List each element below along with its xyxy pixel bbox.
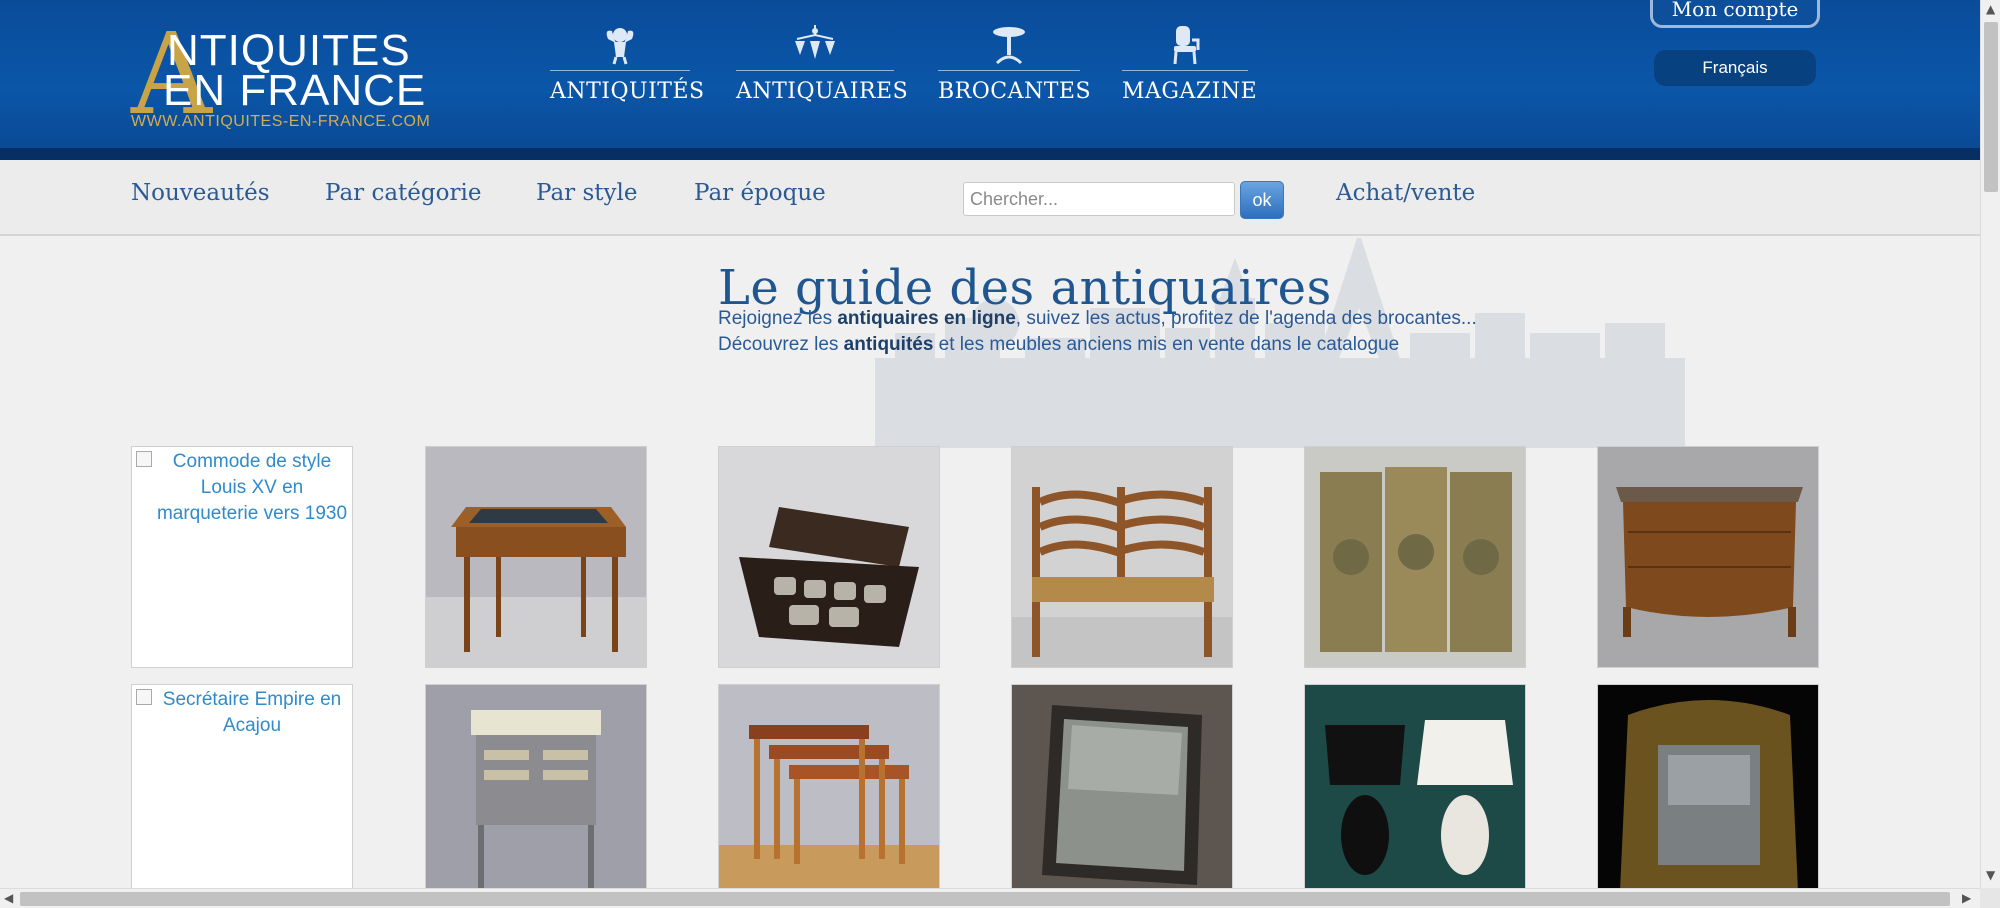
- vertical-scroll-thumb[interactable]: [1984, 22, 1998, 192]
- rush-bench-photo: [1012, 447, 1232, 667]
- product-alt-text: Secrétaire Empire en Acajou: [162, 689, 342, 736]
- secondary-nav: Nouveautés Par catégorie Par style Par é…: [0, 160, 1980, 236]
- logo-url: WWW.ANTIQUITES-EN-FRANCE.COM: [131, 113, 431, 130]
- hero-line2-bold[interactable]: antiquités: [844, 334, 934, 355]
- scrollbar-corner: [1980, 888, 2000, 908]
- logo-line2: EN FRANCE: [163, 66, 427, 115]
- search-input[interactable]: [963, 182, 1235, 216]
- product-tile[interactable]: [718, 684, 940, 890]
- hero-line1: Rejoignez les antiquaires en ligne, suiv…: [718, 308, 1477, 330]
- subnav-nouveautes[interactable]: Nouveautés: [131, 180, 270, 206]
- nav-antiquites[interactable]: ANTIQUITÉS: [550, 22, 705, 108]
- broken-image-icon: [136, 689, 152, 705]
- product-tile[interactable]: [1304, 446, 1526, 668]
- scroll-down-icon[interactable]: ▼: [1986, 868, 1995, 882]
- scroll-right-icon[interactable]: ▶: [1962, 891, 1971, 905]
- commode-photo: [1598, 447, 1818, 667]
- subnav-achat-vente[interactable]: Achat/vente: [1336, 180, 1475, 206]
- nav-antiquaires[interactable]: ANTIQUAIRES: [736, 22, 909, 108]
- hero-line2-pre: Découvrez les: [718, 334, 844, 355]
- hero-line1-post: , suivez les actus, profitez de l'agenda…: [1015, 308, 1477, 329]
- cherub-icon: [550, 22, 690, 68]
- hero-line1-pre: Rejoignez les: [718, 308, 838, 329]
- painted-screen-photo: [1305, 447, 1525, 667]
- subnav-par-epoque[interactable]: Par époque: [694, 180, 826, 206]
- pedestal-table-icon: [938, 22, 1080, 68]
- main-content: Le guide des antiquaires Rejoignez les a…: [0, 238, 1980, 890]
- product-alt-text: Commode de style Louis XV en marqueterie…: [156, 451, 348, 524]
- product-tile[interactable]: Commode de style Louis XV en marqueterie…: [131, 446, 353, 668]
- product-tile[interactable]: [425, 684, 647, 890]
- scroll-left-icon[interactable]: ◀: [4, 891, 13, 905]
- nesting-tables-photo: [719, 685, 939, 889]
- hero-line2-post: et les meubles anciens mis en vente dans…: [933, 334, 1400, 355]
- gilt-mirror-photo: [1598, 685, 1818, 889]
- toiletry-box-photo: [719, 447, 939, 667]
- steel-vanity-photo: [426, 685, 646, 889]
- product-tile[interactable]: [1597, 684, 1819, 890]
- mirror-photo: [1012, 685, 1232, 889]
- product-tile[interactable]: [425, 446, 647, 668]
- product-tile[interactable]: [1597, 446, 1819, 668]
- product-tile[interactable]: [1011, 684, 1233, 890]
- nav-antiquites-label: ANTIQUITÉS: [550, 79, 705, 104]
- nav-brocantes-label: BROCANTES: [938, 79, 1092, 104]
- site-logo[interactable]: A NTIQUITES EN FRANCE WWW.ANTIQUITES-EN-…: [131, 19, 431, 133]
- horizontal-scrollbar[interactable]: ◀ ▶: [0, 888, 1980, 908]
- site-header: A NTIQUITES EN FRANCE WWW.ANTIQUITES-EN-…: [0, 0, 1980, 160]
- account-button[interactable]: Mon compte: [1650, 0, 1820, 28]
- broken-image-icon: [136, 451, 152, 467]
- pineapple-lamps-photo: [1305, 685, 1525, 889]
- subnav-par-categorie[interactable]: Par catégorie: [325, 180, 481, 206]
- armchair-icon: [1122, 22, 1248, 68]
- product-tile[interactable]: [1011, 446, 1233, 668]
- nav-magazine[interactable]: MAGAZINE: [1122, 22, 1258, 108]
- chandelier-icon: [736, 22, 894, 68]
- product-tile[interactable]: [718, 446, 940, 668]
- product-tile[interactable]: [1304, 684, 1526, 890]
- search-button[interactable]: ok: [1240, 181, 1284, 219]
- nav-antiquaires-label: ANTIQUAIRES: [736, 79, 909, 104]
- nav-magazine-label: MAGAZINE: [1122, 79, 1258, 104]
- hero-line2: Découvrez les antiquités et les meubles …: [718, 334, 1399, 356]
- hero-line1-bold[interactable]: antiquaires en ligne: [837, 308, 1015, 329]
- product-tile[interactable]: Secrétaire Empire en Acajou: [131, 684, 353, 890]
- vertical-scrollbar[interactable]: ▲ ▼: [1980, 0, 2000, 888]
- writing-desk-photo: [426, 447, 646, 667]
- horizontal-scroll-thumb[interactable]: [20, 892, 1950, 906]
- language-selector[interactable]: Français: [1654, 50, 1816, 86]
- scroll-up-icon[interactable]: ▲: [1986, 2, 1995, 16]
- nav-brocantes[interactable]: BROCANTES: [938, 22, 1092, 108]
- subnav-par-style[interactable]: Par style: [536, 180, 637, 206]
